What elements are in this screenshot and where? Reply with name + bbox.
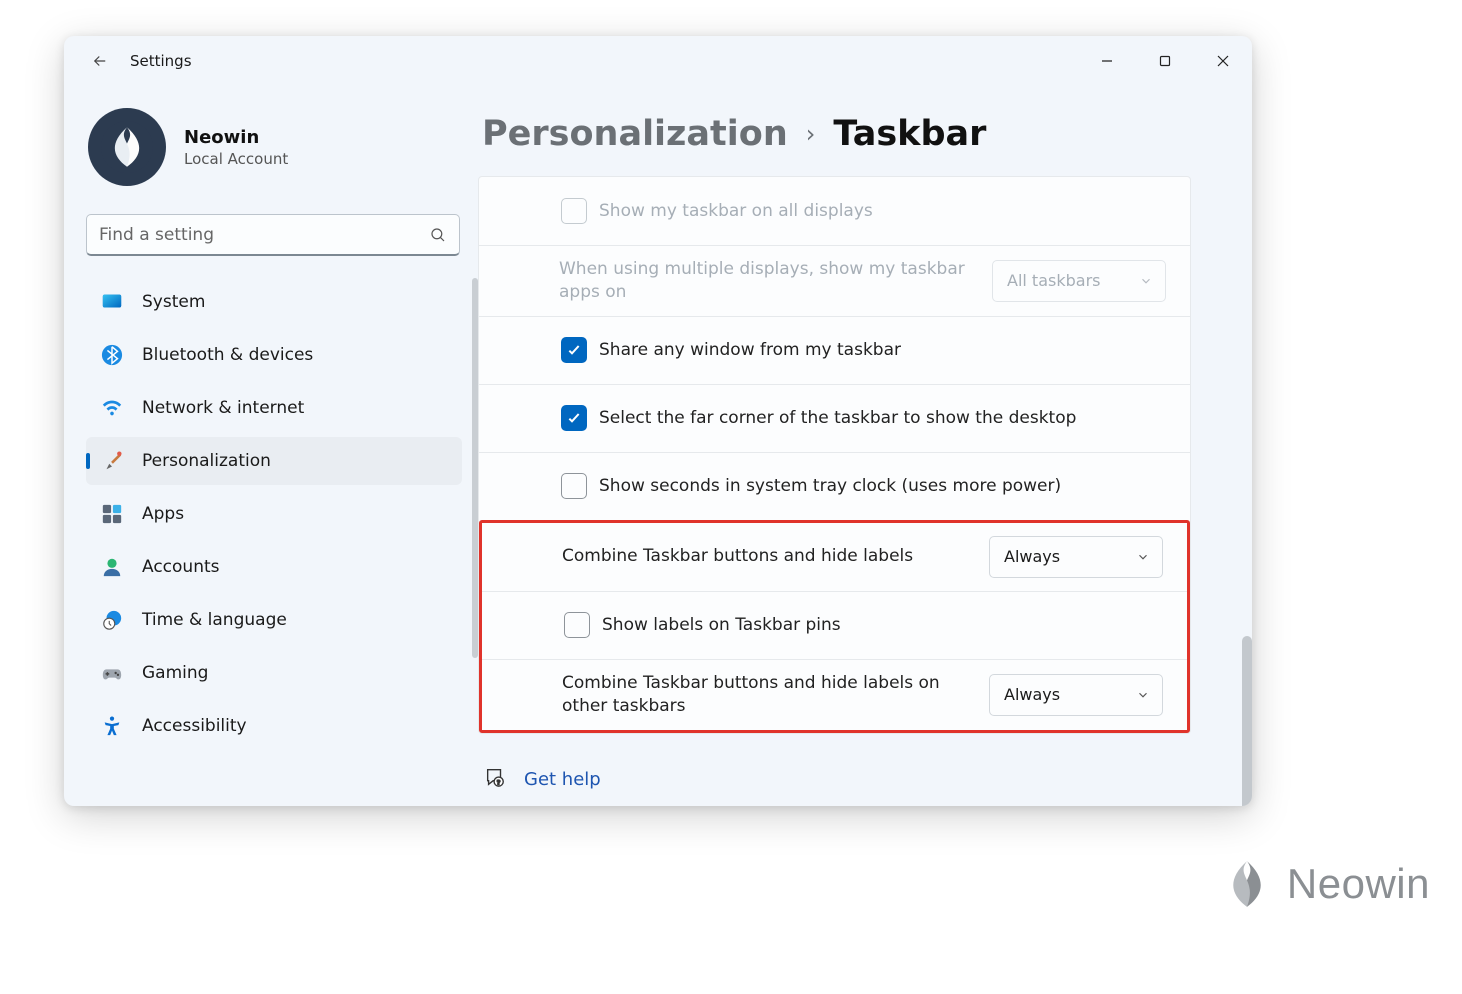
- sidebar: Neowin Local Account System: [64, 86, 478, 806]
- nav-list: System Bluetooth & devices Network & int…: [86, 278, 478, 755]
- window-controls: [1078, 41, 1252, 81]
- search-icon: [429, 226, 447, 244]
- nav-item-label: Gaming: [142, 663, 208, 683]
- setting-far-corner-desktop[interactable]: Select the far corner of the taskbar to …: [479, 384, 1190, 452]
- setting-multi-display-apps: When using multiple displays, show my ta…: [479, 245, 1190, 316]
- dropdown-value: Always: [1004, 547, 1060, 566]
- profile-block[interactable]: Neowin Local Account: [86, 108, 478, 186]
- setting-combine-buttons[interactable]: Combine Taskbar buttons and hide labels …: [482, 523, 1187, 591]
- svg-text:?: ?: [497, 778, 501, 786]
- nav-item-label: Accounts: [142, 557, 220, 577]
- close-button[interactable]: [1194, 41, 1252, 81]
- search-box[interactable]: [86, 214, 460, 256]
- checkbox-show-seconds[interactable]: [561, 473, 587, 499]
- nav-item-bluetooth[interactable]: Bluetooth & devices: [86, 331, 462, 379]
- window-title: Settings: [130, 52, 192, 70]
- chevron-right-icon: ›: [806, 120, 816, 148]
- checkbox-share-window[interactable]: [561, 337, 587, 363]
- main-scrollbar[interactable]: [1242, 636, 1252, 806]
- setting-label: Select the far corner of the taskbar to …: [599, 407, 1166, 430]
- help-label: Get help: [524, 769, 601, 790]
- nav-item-gaming[interactable]: Gaming: [86, 649, 462, 697]
- arrow-left-icon: [91, 52, 109, 70]
- nav-item-apps[interactable]: Apps: [86, 490, 462, 538]
- profile-name: Neowin: [184, 127, 288, 148]
- chevron-down-icon: [1139, 274, 1153, 288]
- person-icon: [100, 555, 124, 579]
- highlighted-settings: Combine Taskbar buttons and hide labels …: [479, 520, 1190, 733]
- chevron-down-icon: [1136, 550, 1150, 564]
- get-help-link[interactable]: ? Get help: [478, 766, 1191, 793]
- setting-share-window[interactable]: Share any window from my taskbar: [479, 316, 1190, 384]
- watermark-text: Neowin: [1287, 860, 1430, 908]
- minimize-button[interactable]: [1078, 41, 1136, 81]
- nav-item-label: Network & internet: [142, 398, 304, 418]
- taskbar-behaviors-card: Show my taskbar on all displays When usi…: [478, 176, 1191, 734]
- nav-item-label: Accessibility: [142, 716, 247, 736]
- paintbrush-icon: [100, 449, 124, 473]
- accessibility-icon: [100, 714, 124, 738]
- close-icon: [1217, 55, 1229, 67]
- nav-item-label: Bluetooth & devices: [142, 345, 313, 365]
- nav-item-system[interactable]: System: [86, 278, 462, 326]
- settings-list: Show my taskbar on all displays When usi…: [478, 176, 1191, 793]
- neowin-watermark: Neowin: [1221, 858, 1430, 910]
- setting-label: Show seconds in system tray clock (uses …: [599, 475, 1166, 498]
- dropdown-value: Always: [1004, 685, 1060, 704]
- nav-item-label: System: [142, 292, 205, 312]
- wifi-icon: [100, 396, 124, 420]
- check-icon: [566, 342, 582, 358]
- settings-window: Settings: [64, 36, 1252, 806]
- clock-globe-icon: [100, 608, 124, 632]
- dropdown-multi-display: All taskbars: [992, 260, 1166, 302]
- profile-account: Local Account: [184, 150, 288, 168]
- neowin-logo-icon: [1221, 858, 1273, 910]
- maximize-button[interactable]: [1136, 41, 1194, 81]
- setting-label: When using multiple displays, show my ta…: [559, 258, 976, 304]
- avatar: [88, 108, 166, 186]
- minimize-icon: [1101, 55, 1113, 67]
- dropdown-combine-buttons-other[interactable]: Always: [989, 674, 1163, 716]
- nav-item-label: Time & language: [142, 610, 287, 630]
- main-panel: Personalization › Taskbar Show my taskba…: [478, 86, 1252, 806]
- system-icon: [100, 290, 124, 314]
- dropdown-value: All taskbars: [1007, 271, 1100, 290]
- checkbox-far-corner[interactable]: [561, 405, 587, 431]
- dropdown-combine-buttons[interactable]: Always: [989, 536, 1163, 578]
- setting-label: Show my taskbar on all displays: [599, 200, 1166, 223]
- nav-item-time[interactable]: Time & language: [86, 596, 462, 644]
- checkbox-show-all-displays: [561, 198, 587, 224]
- setting-show-all-displays: Show my taskbar on all displays: [479, 177, 1190, 245]
- nav-item-accounts[interactable]: Accounts: [86, 543, 462, 591]
- setting-show-seconds[interactable]: Show seconds in system tray clock (uses …: [479, 452, 1190, 520]
- bluetooth-icon: [100, 343, 124, 367]
- breadcrumb: Personalization › Taskbar: [478, 114, 1240, 154]
- setting-combine-buttons-other[interactable]: Combine Taskbar buttons and hide labels …: [482, 659, 1187, 730]
- setting-label: Share any window from my taskbar: [599, 339, 1166, 362]
- nav-item-accessibility[interactable]: Accessibility: [86, 702, 462, 750]
- nav-item-network[interactable]: Network & internet: [86, 384, 462, 432]
- neowin-logo-icon: [101, 121, 153, 173]
- setting-label: Combine Taskbar buttons and hide labels …: [562, 672, 973, 718]
- apps-icon: [100, 502, 124, 526]
- breadcrumb-parent[interactable]: Personalization: [482, 114, 788, 154]
- setting-label: Show labels on Taskbar pins: [602, 614, 1163, 637]
- search-input[interactable]: [99, 225, 429, 245]
- back-button[interactable]: [82, 43, 118, 79]
- titlebar: Settings: [64, 36, 1252, 86]
- setting-show-labels-pins[interactable]: Show labels on Taskbar pins: [482, 591, 1187, 659]
- breadcrumb-current: Taskbar: [833, 114, 986, 154]
- help-icon: ?: [484, 766, 506, 793]
- nav-item-personalization[interactable]: Personalization: [86, 437, 462, 485]
- setting-label: Combine Taskbar buttons and hide labels: [562, 545, 973, 568]
- gamepad-icon: [100, 661, 124, 685]
- chevron-down-icon: [1136, 688, 1150, 702]
- check-icon: [566, 410, 582, 426]
- nav-item-label: Personalization: [142, 451, 271, 471]
- maximize-icon: [1159, 55, 1171, 67]
- checkbox-show-labels-pins[interactable]: [564, 612, 590, 638]
- nav-item-label: Apps: [142, 504, 184, 524]
